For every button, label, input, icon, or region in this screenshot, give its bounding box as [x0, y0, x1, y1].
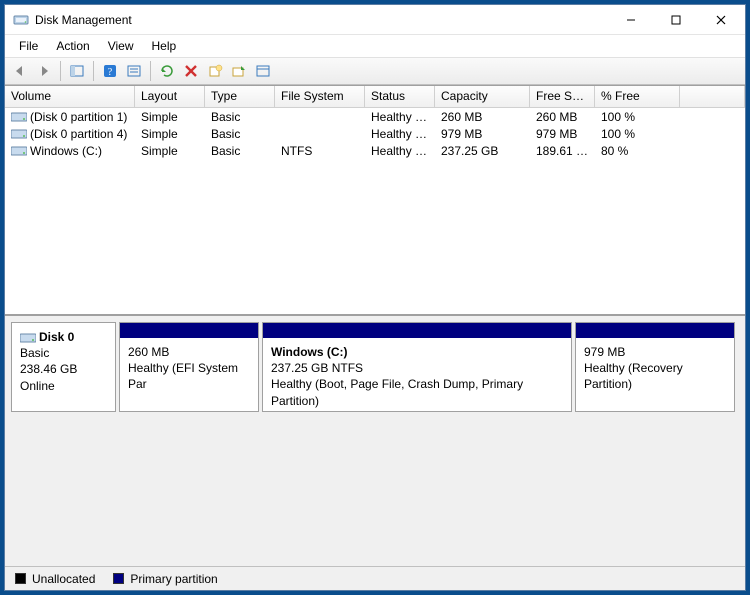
disk-state: Online [20, 379, 55, 393]
partition-title: Windows (C:) [271, 344, 563, 360]
partition-color-bar [263, 323, 571, 338]
disk-label[interactable]: Disk 0 Basic 238.46 GB Online [11, 322, 116, 412]
toolbar: ? [5, 57, 745, 85]
partition-status: Healthy (EFI System Par [128, 360, 250, 392]
col-fs[interactable]: File System [275, 86, 365, 107]
partition[interactable]: Windows (C:)237.25 GB NTFSHealthy (Boot,… [262, 322, 572, 412]
partition-size: 237.25 GB NTFS [271, 360, 563, 376]
disk-size: 238.46 GB [20, 362, 77, 376]
forward-button[interactable] [33, 60, 55, 82]
volume-name: (Disk 0 partition 1) [30, 110, 127, 124]
volume-layout: Simple [135, 109, 205, 125]
volume-type: Basic [205, 126, 275, 142]
volume-pct: 80 % [595, 143, 680, 159]
menu-file[interactable]: File [11, 37, 46, 55]
col-status[interactable]: Status [365, 86, 435, 107]
partition-status: Healthy (Recovery Partition) [584, 360, 726, 392]
col-pct[interactable]: % Free [595, 86, 680, 107]
volume-type: Basic [205, 143, 275, 159]
col-capacity[interactable]: Capacity [435, 86, 530, 107]
graphical-view: Disk 0 Basic 238.46 GB Online 260 MBHeal… [5, 314, 745, 590]
new-partition-icon[interactable] [204, 60, 226, 82]
partition-color-bar [576, 323, 734, 338]
show-hide-icon[interactable] [66, 60, 88, 82]
svg-text:?: ? [108, 67, 113, 78]
volume-icon [11, 145, 27, 157]
volume-fs [275, 116, 365, 118]
volume-name: Windows (C:) [30, 144, 102, 158]
minimize-button[interactable] [608, 6, 653, 34]
volume-list[interactable]: Volume Layout Type File System Status Ca… [5, 86, 745, 314]
menu-view[interactable]: View [100, 37, 142, 55]
partition-size: 979 MB [584, 344, 726, 360]
col-layout[interactable]: Layout [135, 86, 205, 107]
delete-icon[interactable] [180, 60, 202, 82]
volume-fs: NTFS [275, 143, 365, 159]
unallocated-swatch [15, 573, 26, 584]
menu-help[interactable]: Help [144, 37, 185, 55]
volume-row[interactable]: Windows (C:) SimpleBasicNTFSHealthy (B...… [5, 142, 745, 159]
back-button[interactable] [9, 60, 31, 82]
titlebar[interactable]: Disk Management [5, 5, 745, 35]
volume-pct: 100 % [595, 109, 680, 125]
volume-layout: Simple [135, 126, 205, 142]
volume-type: Basic [205, 109, 275, 125]
volume-status: Healthy (R... [365, 126, 435, 142]
volume-status: Healthy (E... [365, 109, 435, 125]
volume-free: 979 MB [530, 126, 595, 142]
properties-icon[interactable] [252, 60, 274, 82]
volume-free: 189.61 GB [530, 143, 595, 159]
col-spacer [680, 86, 745, 107]
volume-icon [11, 111, 27, 123]
col-volume[interactable]: Volume [5, 86, 135, 107]
window-title: Disk Management [35, 13, 608, 27]
partition[interactable]: 260 MBHealthy (EFI System Par [119, 322, 259, 412]
refresh-icon[interactable] [156, 60, 178, 82]
disk-type: Basic [20, 346, 49, 360]
column-headers: Volume Layout Type File System Status Ca… [5, 86, 745, 108]
partition[interactable]: 979 MBHealthy (Recovery Partition) [575, 322, 735, 412]
extend-icon[interactable] [228, 60, 250, 82]
close-button[interactable] [698, 6, 743, 34]
volume-capacity: 237.25 GB [435, 143, 530, 159]
maximize-button[interactable] [653, 6, 698, 34]
menubar: File Action View Help [5, 35, 745, 57]
volume-icon [11, 128, 27, 140]
help-icon[interactable]: ? [99, 60, 121, 82]
primary-swatch [113, 573, 124, 584]
volume-capacity: 260 MB [435, 109, 530, 125]
toolbar-sep [93, 61, 94, 81]
legend-unallocated: Unallocated [32, 572, 95, 586]
volume-pct: 100 % [595, 126, 680, 142]
legend: Unallocated Primary partition [5, 566, 745, 590]
toolbar-sep [60, 61, 61, 81]
volume-status: Healthy (B... [365, 143, 435, 159]
disk-name: Disk 0 [39, 330, 74, 344]
col-type[interactable]: Type [205, 86, 275, 107]
partition-status: Healthy (Boot, Page File, Crash Dump, Pr… [271, 376, 563, 408]
app-disk-icon [13, 12, 29, 28]
menu-action[interactable]: Action [48, 37, 97, 55]
volume-layout: Simple [135, 143, 205, 159]
partition-size: 260 MB [128, 344, 250, 360]
settings-list-icon[interactable] [123, 60, 145, 82]
volume-fs [275, 133, 365, 135]
volume-free: 260 MB [530, 109, 595, 125]
partition-color-bar [120, 323, 258, 338]
toolbar-sep [150, 61, 151, 81]
volume-name: (Disk 0 partition 4) [30, 127, 127, 141]
volume-row[interactable]: (Disk 0 partition 4) SimpleBasic Healthy (… [5, 125, 745, 142]
volume-row[interactable]: (Disk 0 partition 1) SimpleBasic Healthy (… [5, 108, 745, 125]
legend-primary: Primary partition [130, 572, 217, 586]
volume-capacity: 979 MB [435, 126, 530, 142]
content-area: Volume Layout Type File System Status Ca… [5, 85, 745, 590]
col-free[interactable]: Free Sp... [530, 86, 595, 107]
app-window: Disk Management File Action View Help [4, 4, 746, 591]
disk-row: Disk 0 Basic 238.46 GB Online 260 MBHeal… [5, 316, 745, 412]
disk-icon [20, 332, 36, 344]
